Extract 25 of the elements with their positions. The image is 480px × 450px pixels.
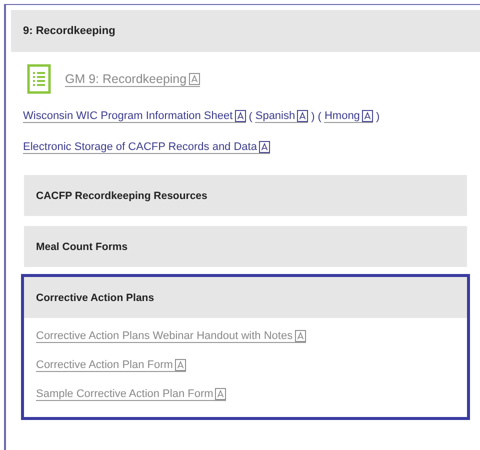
document-link[interactable]: Spanish [255,110,308,123]
punctuation: ( [318,110,322,122]
list-icon [27,64,51,94]
accordion-header[interactable]: CACFP Recordkeeping Resources [24,175,467,216]
pdf-icon [258,141,270,153]
pdf-icon [297,110,308,122]
pdf-icon [215,388,226,400]
pdf-icon [188,72,200,84]
pdf-icon [362,110,373,122]
guide-link[interactable]: GM 9: Recordkeeping [65,72,200,86]
document-link[interactable]: Sample Corrective Action Plan Form [36,388,226,401]
document-link[interactable]: Corrective Action Plans Webinar Handout with Notes [36,330,306,343]
accordion-header[interactable]: Meal Count Forms [24,226,467,267]
document-link[interactable]: Hmong [324,110,373,123]
accordion-header[interactable]: Corrective Action Plans [24,277,467,318]
punctuation: ) [376,110,380,122]
pdf-icon [234,110,246,122]
punctuation: ) [311,110,315,122]
section-title: 9: Recordkeeping [23,25,116,37]
pdf-icon [294,330,306,342]
pdf-icon [174,359,186,371]
document-link[interactable]: Wisconsin WIC Program Information Sheet [23,110,246,123]
document-link[interactable]: Electronic Storage of CACFP Records and Data [23,141,270,154]
document-link[interactable]: Corrective Action Plan Form [36,359,186,372]
punctuation: ( [248,110,252,122]
